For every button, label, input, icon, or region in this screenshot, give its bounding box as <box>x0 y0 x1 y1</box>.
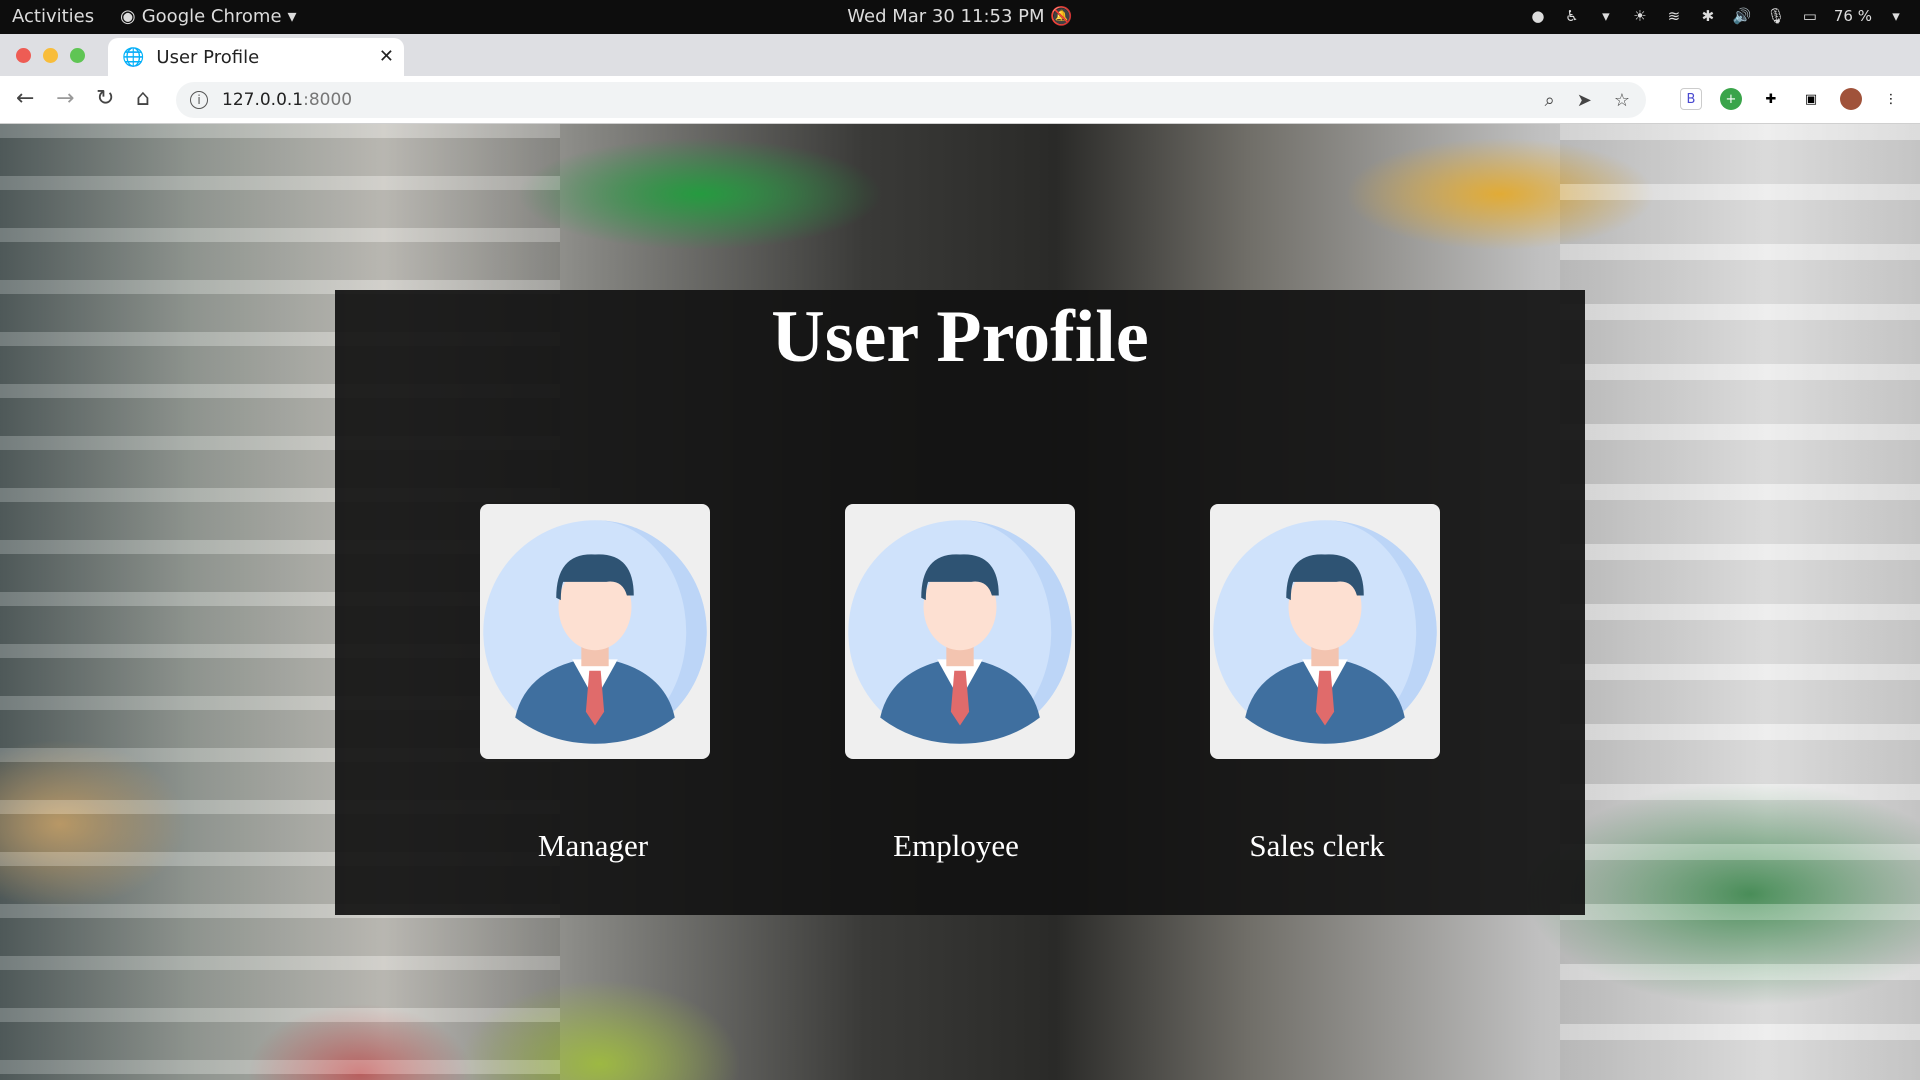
extension-plus-icon[interactable]: + <box>1720 88 1742 110</box>
tab-user-profile[interactable]: 🌐 User Profile ✕ <box>108 38 404 76</box>
window-controls <box>16 48 85 63</box>
notifications-off-icon: 🔕 <box>1050 6 1073 27</box>
globe-icon: 🌐 <box>122 46 145 68</box>
role-label-employee[interactable]: Employee <box>806 828 1106 864</box>
manager-card[interactable] <box>480 504 710 759</box>
forward-icon[interactable]: → <box>56 86 74 111</box>
page-viewport: User Profile Manager Employee Sales cler… <box>0 124 1920 1080</box>
user-avatar-icon <box>1213 519 1437 744</box>
chevron-down-icon: ▾ <box>287 6 297 27</box>
zoom-icon[interactable]: ⌕ <box>1545 90 1555 111</box>
address-bar[interactable]: i 127.0.0.1:8000 ⌕ ➤ ☆ <box>176 82 1646 118</box>
chevron-down-icon[interactable]: ▾ <box>1596 6 1616 26</box>
app-menu[interactable]: ◉ Google Chrome ▾ <box>120 6 297 27</box>
accessibility-icon[interactable]: ♿ <box>1562 6 1582 26</box>
background-image <box>1560 124 1920 1080</box>
screen-share-icon[interactable]: ● <box>1528 6 1548 26</box>
extension-b-icon[interactable]: B <box>1680 88 1702 110</box>
url-host: 127.0.0.1 <box>222 90 304 110</box>
puzzle-icon[interactable]: ✚ <box>1760 88 1782 110</box>
brightness-icon[interactable]: ☀ <box>1630 6 1650 26</box>
datetime[interactable]: Wed Mar 30 11:53 PM <box>847 6 1044 27</box>
send-icon[interactable]: ➤ <box>1577 90 1592 111</box>
wifi-icon[interactable]: ≋ <box>1664 6 1684 26</box>
system-top-bar: Activities ◉ Google Chrome ▾ Wed Mar 30 … <box>0 0 1920 34</box>
kebab-menu-icon[interactable]: ⋮ <box>1880 88 1902 110</box>
employee-card[interactable] <box>845 504 1075 759</box>
browser-toolbar: ← → ↻ ⌂ i 127.0.0.1:8000 ⌕ ➤ ☆ B + ✚ ▣ ⋮ <box>0 76 1920 124</box>
url-port: :8000 <box>303 90 353 110</box>
star-icon[interactable]: ☆ <box>1614 90 1630 111</box>
reload-icon[interactable]: ↻ <box>96 86 114 111</box>
chrome-icon: ◉ <box>120 6 136 27</box>
activities-button[interactable]: Activities <box>12 6 94 27</box>
user-avatar-icon <box>848 519 1072 744</box>
close-window-button[interactable] <box>16 48 31 63</box>
side-panel-icon[interactable]: ▣ <box>1800 88 1822 110</box>
home-icon[interactable]: ⌂ <box>136 86 150 111</box>
profile-panel: User Profile Manager Employee Sales cler… <box>335 290 1585 915</box>
system-tray[interactable]: ● ♿ ▾ ☀ ≋ ✱ 🔊 🎙 ▭ 76 % ▾ <box>1528 6 1906 26</box>
sales-clerk-card[interactable] <box>1210 504 1440 759</box>
user-avatar-icon <box>483 519 707 744</box>
role-label-manager[interactable]: Manager <box>443 828 743 864</box>
close-icon[interactable]: ✕ <box>379 46 394 67</box>
battery-icon[interactable]: ▭ <box>1800 6 1820 26</box>
minimize-window-button[interactable] <box>43 48 58 63</box>
tab-title: User Profile <box>156 46 260 68</box>
maximize-window-button[interactable] <box>70 48 85 63</box>
extensions-area: B + ✚ ▣ ⋮ <box>1680 88 1902 110</box>
bluetooth-icon[interactable]: ✱ <box>1698 6 1718 26</box>
battery-percent[interactable]: 76 % <box>1834 7 1872 25</box>
back-icon[interactable]: ← <box>16 86 34 111</box>
app-name: Google Chrome <box>141 6 282 27</box>
chevron-down-icon[interactable]: ▾ <box>1886 6 1906 26</box>
role-label-sales-clerk[interactable]: Sales clerk <box>1167 828 1467 864</box>
avatar[interactable] <box>1840 88 1862 110</box>
tab-strip: 🌐 User Profile ✕ + ⌄ <box>0 34 1920 102</box>
microphone-icon[interactable]: 🎙 <box>1766 6 1786 26</box>
page-title: User Profile <box>771 296 1149 378</box>
info-icon[interactable]: i <box>190 91 208 109</box>
volume-icon[interactable]: 🔊 <box>1732 6 1752 26</box>
